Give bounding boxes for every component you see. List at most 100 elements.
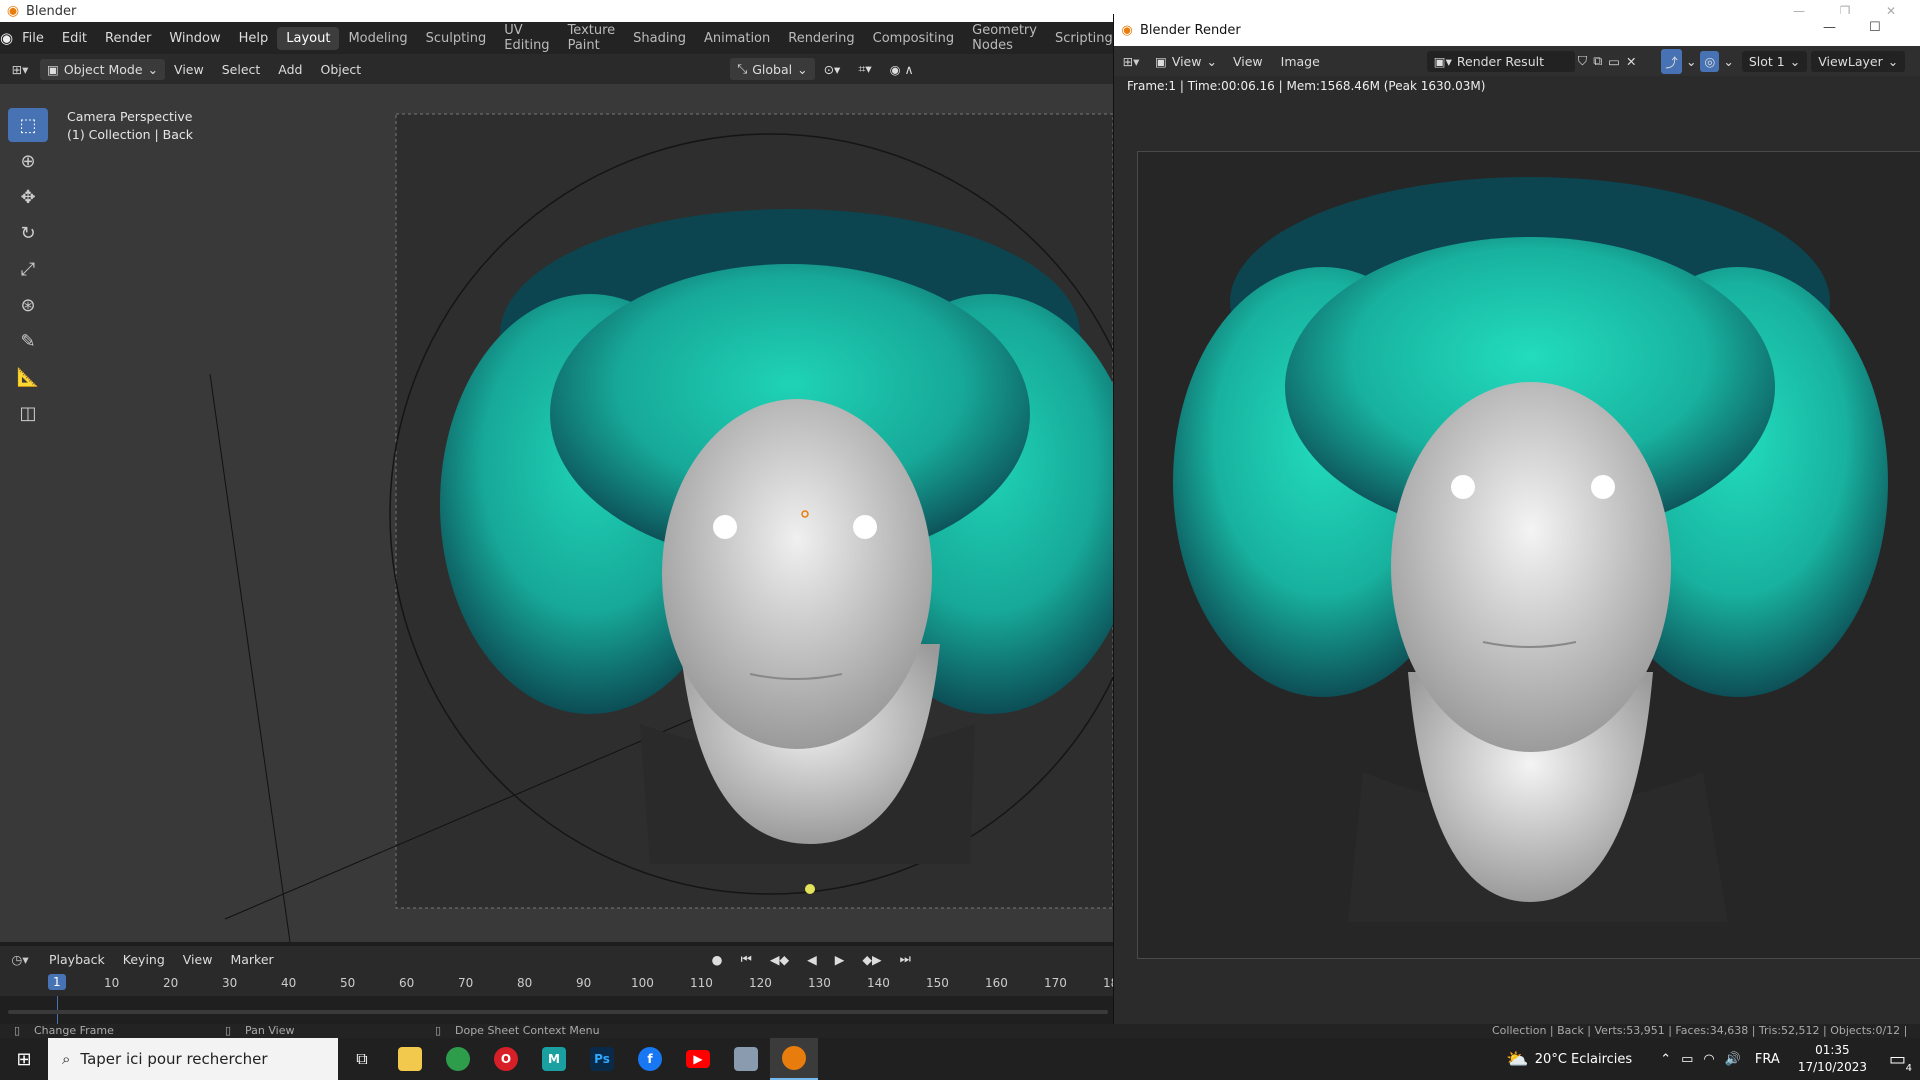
tab-modeling[interactable]: Modeling <box>339 27 416 50</box>
mode-dropdown[interactable]: ▣ Object Mode ⌄ <box>40 58 166 80</box>
timeline-menu-marker[interactable]: Marker <box>221 952 282 967</box>
cursor-icon[interactable]: ⊕ <box>8 144 48 178</box>
viewport-menu-select[interactable]: Select <box>213 62 270 77</box>
active-object-marker[interactable] <box>805 884 815 894</box>
add-cube-icon[interactable]: ◫ <box>8 396 48 430</box>
chevron-down-icon[interactable]: ⌄ <box>1682 54 1700 69</box>
jump-start-icon[interactable]: ⏮ <box>732 951 761 967</box>
pivot-icon[interactable]: ⊙▾ <box>815 62 850 77</box>
scopes-icon[interactable]: ⤴ <box>1661 48 1682 74</box>
measure-icon[interactable]: 📐 <box>8 360 48 394</box>
youtube-button[interactable]: ▶ <box>674 1038 722 1080</box>
blender-taskbar-button[interactable] <box>770 1038 818 1080</box>
start-button[interactable]: ⊞ <box>0 1038 48 1080</box>
mode-label: Object Mode <box>63 61 143 77</box>
transform-icon[interactable]: ⊛ <box>8 288 48 322</box>
blender-menu-icon[interactable]: ◉ <box>0 29 13 47</box>
tab-sculpting[interactable]: Sculpting <box>417 27 496 50</box>
timeline-editor-icon[interactable]: ◷▾ <box>0 952 40 967</box>
view-mode-dropdown[interactable]: ▣ View ⌄ <box>1148 51 1224 72</box>
shield-icon[interactable]: ⛉ <box>1575 53 1590 69</box>
menu-help[interactable]: Help <box>230 31 278 46</box>
rotate-icon[interactable]: ↻ <box>8 216 48 250</box>
viewport-menu-view[interactable]: View <box>165 62 213 77</box>
menu-window[interactable]: Window <box>160 31 229 46</box>
image-editor-icon[interactable]: ⊞▾ <box>1114 54 1148 69</box>
orientation-dropdown[interactable]: ⤡ Global ⌄ <box>730 58 815 80</box>
tick-label: 150 <box>926 976 949 990</box>
view-layer-dropdown[interactable]: ViewLayer ⌄ <box>1811 50 1906 72</box>
network-icon[interactable]: ◠ <box>1703 1052 1714 1067</box>
move-icon[interactable]: ✥ <box>8 180 48 214</box>
timeline-menu-view[interactable]: View <box>174 952 222 967</box>
chrome-button[interactable] <box>434 1038 482 1080</box>
weather-text[interactable]: 20°C Eclaircies <box>1535 1052 1632 1067</box>
render-result-image[interactable] <box>1137 151 1920 959</box>
duplicate-icon[interactable]: ⧉ <box>1590 53 1605 69</box>
menu-file[interactable]: File <box>13 31 53 46</box>
task-view-button[interactable]: ⧉ <box>338 1038 386 1080</box>
minimize-button[interactable]: — <box>1823 20 1836 35</box>
clock-date: 17/10/2023 <box>1797 1060 1867 1074</box>
maximize-button[interactable]: ☐ <box>1869 20 1881 35</box>
image-selector[interactable]: ▣▾ Render Result <box>1426 50 1575 72</box>
tick-label: 70 <box>458 976 474 990</box>
clock[interactable]: 01:35 17/10/2023 <box>1798 1042 1867 1076</box>
menu-edit[interactable]: Edit <box>53 31 96 46</box>
facebook-button[interactable]: f <box>626 1038 674 1080</box>
proportional-edit-icon[interactable]: ◉ ∧ <box>881 62 923 77</box>
prev-keyframe-icon[interactable]: ◀◆ <box>761 952 798 967</box>
meet-now-icon[interactable]: ▭ <box>1681 1052 1693 1067</box>
play-reverse-icon[interactable]: ◀ <box>798 952 826 967</box>
tab-compositing[interactable]: Compositing <box>864 27 964 50</box>
malwarebytes-button[interactable]: M <box>530 1038 578 1080</box>
jump-end-icon[interactable]: ⏭ <box>891 951 920 967</box>
tab-layout[interactable]: Layout <box>277 26 340 50</box>
next-keyframe-icon[interactable]: ◆▶ <box>853 952 890 967</box>
menu-render[interactable]: Render <box>96 31 160 46</box>
taskbar-search[interactable]: ⌕ Taper ici pour rechercher <box>48 1038 338 1080</box>
current-frame-indicator[interactable]: 1 <box>48 974 66 990</box>
close-icon[interactable]: ✕ <box>1623 54 1639 69</box>
3d-viewport[interactable] <box>0 84 1113 942</box>
render-menu-image[interactable]: Image <box>1272 54 1329 69</box>
file-explorer-button[interactable] <box>386 1038 434 1080</box>
slot-dropdown[interactable]: Slot 1 ⌄ <box>1741 50 1808 72</box>
tab-shading[interactable]: Shading <box>624 27 695 50</box>
tab-uv-editing[interactable]: UV Editing <box>495 19 558 57</box>
viewport-menu-object[interactable]: Object <box>311 62 370 77</box>
annotate-icon[interactable]: ✎ <box>8 324 48 358</box>
chevron-down-icon: ⌄ <box>1206 53 1217 69</box>
volume-icon[interactable]: 🔊 <box>1725 1052 1741 1067</box>
viewport-menu-add[interactable]: Add <box>269 62 311 77</box>
tab-geometry-nodes[interactable]: Geometry Nodes <box>963 19 1046 57</box>
chevron-down-icon[interactable]: ⌄ <box>1719 54 1737 69</box>
play-icon[interactable]: ▶ <box>826 952 854 967</box>
tick-label: 120 <box>749 976 772 990</box>
tab-animation[interactable]: Animation <box>695 27 779 50</box>
overlay-icon[interactable]: ◎ <box>1700 50 1720 72</box>
select-box-icon[interactable]: ⬚ <box>8 108 48 142</box>
timeline-ruler[interactable]: 1 10 20 30 40 50 60 70 80 90 100 110 120… <box>0 972 1118 996</box>
chevron-up-icon[interactable]: ⌃ <box>1660 1052 1671 1067</box>
opera-button[interactable]: O <box>482 1038 530 1080</box>
photoshop-button[interactable]: Ps <box>578 1038 626 1080</box>
notification-icon[interactable]: ▭ 4 <box>1889 1049 1912 1074</box>
scale-icon[interactable]: ⤢ <box>8 252 48 286</box>
editor-type-icon[interactable]: ⊞▾ <box>0 62 40 77</box>
timeline-menu-keying[interactable]: Keying <box>114 952 174 967</box>
language-indicator[interactable]: FRA <box>1755 1052 1780 1067</box>
misc-app-button[interactable] <box>722 1038 770 1080</box>
render-menu-view[interactable]: View <box>1224 54 1272 69</box>
tab-rendering[interactable]: Rendering <box>779 27 863 50</box>
record-icon[interactable]: ● <box>703 952 732 967</box>
tab-texture-paint[interactable]: Texture Paint <box>559 19 625 57</box>
folder-icon[interactable]: ▭ <box>1605 54 1623 69</box>
timeline-area[interactable] <box>0 996 1113 1024</box>
tab-scripting[interactable]: Scripting <box>1046 27 1122 50</box>
snap-icon[interactable]: ⌗▾ <box>849 61 880 77</box>
facebook-icon: f <box>638 1047 662 1071</box>
timeline-menu-playback[interactable]: Playback <box>40 952 114 967</box>
timeline-scrollbar[interactable] <box>8 1010 1108 1014</box>
tick-label: 40 <box>281 976 297 990</box>
